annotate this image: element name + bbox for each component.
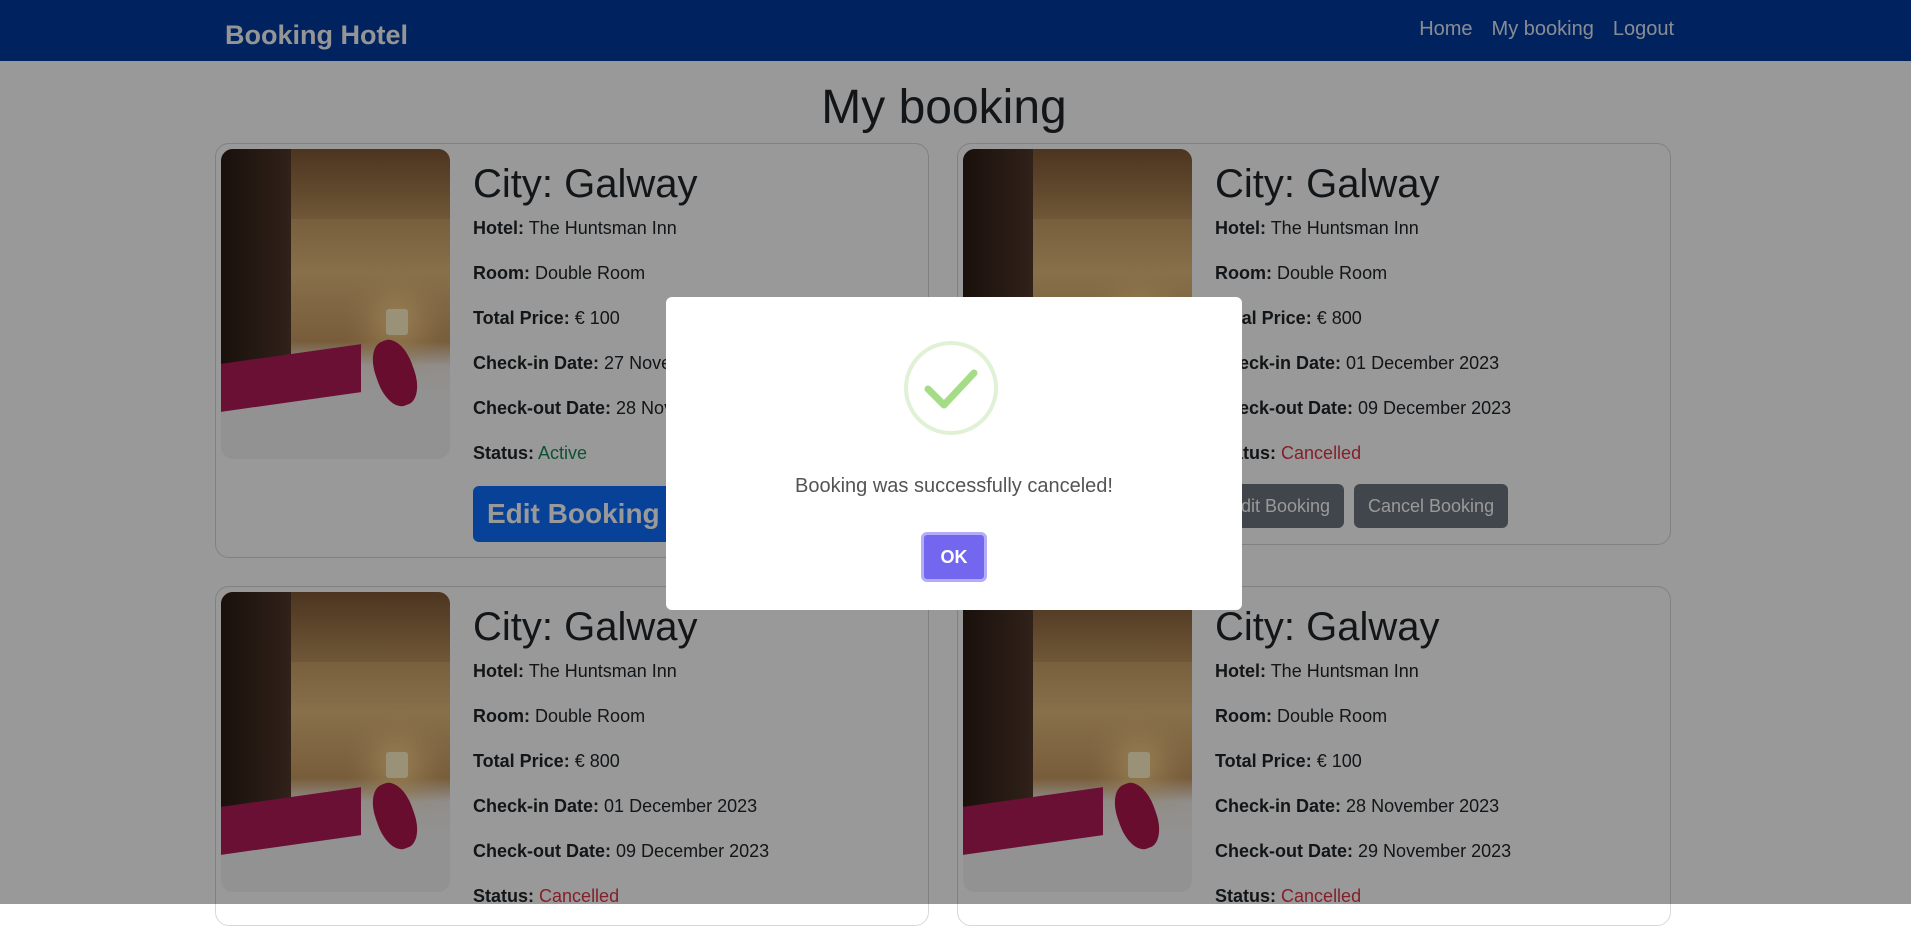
ok-button[interactable]: OK <box>921 532 987 582</box>
success-check-icon <box>904 341 998 435</box>
dialog-message: Booking was successfully canceled! <box>795 475 1113 497</box>
success-dialog: Booking was successfully canceled! OK <box>666 297 1242 610</box>
